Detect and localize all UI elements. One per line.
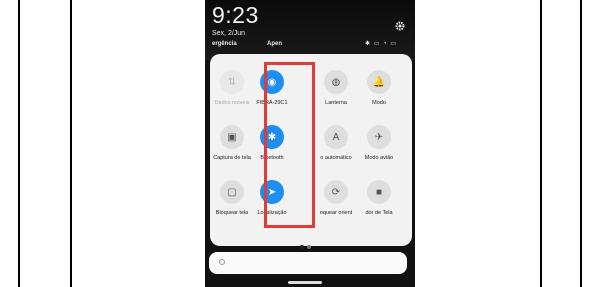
screen-recorder-icon: ■: [367, 180, 391, 204]
carrier-right: Apen: [267, 41, 282, 47]
tile-airplane[interactable]: ✈ Modo avião: [345, 125, 413, 161]
home-indicator[interactable]: [288, 281, 322, 284]
carrier-left: ergência: [212, 41, 237, 47]
highlight-box: [264, 62, 315, 228]
page-dot-active: [300, 245, 304, 249]
page-dot: [307, 245, 311, 249]
tile-label: Modo: [372, 100, 386, 106]
tile-bell[interactable]: 🔔 Modo: [345, 70, 413, 106]
tile-label: Modo avião: [364, 155, 394, 161]
system-status-icons: ✱ ▭ ◔ ▭: [365, 41, 397, 47]
clock: 9:23: [212, 2, 259, 28]
date-label: Sex, 2/Jun: [212, 30, 246, 37]
bell-icon: 🔔: [367, 70, 391, 94]
airplane-icon: ✈: [367, 125, 391, 149]
gear-icon[interactable]: [394, 20, 406, 32]
media-icon: [219, 259, 225, 265]
media-bar[interactable]: [209, 252, 407, 274]
tile-label: dor de Tela: [365, 210, 393, 216]
tile-screen-recorder[interactable]: ■ dor de Tela: [345, 180, 413, 216]
